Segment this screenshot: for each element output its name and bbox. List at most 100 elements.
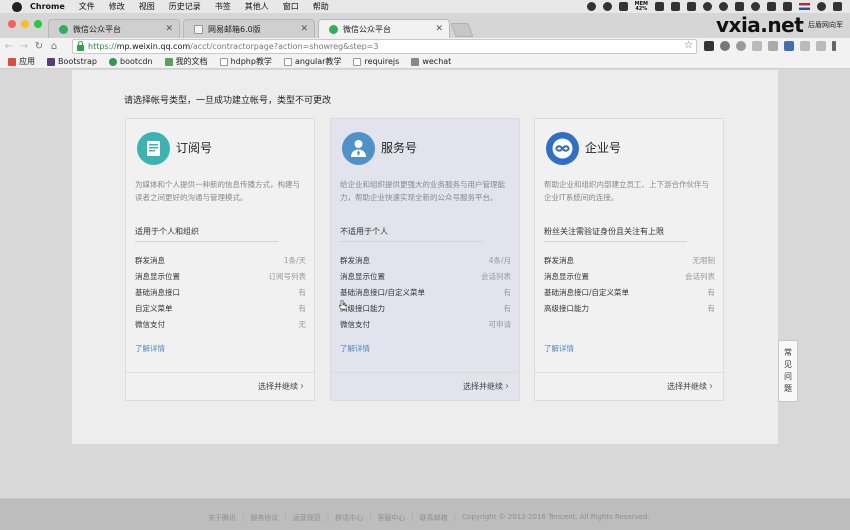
select-continue-button[interactable]: 选择并继续 › xyxy=(463,381,509,392)
separator: | xyxy=(284,513,287,521)
extension-icon[interactable] xyxy=(816,41,826,51)
qr-code-extension-icon[interactable] xyxy=(704,41,714,51)
extension-icon[interactable] xyxy=(736,41,746,51)
status-app-icon[interactable] xyxy=(719,2,728,11)
menu-window[interactable]: 窗口 xyxy=(283,1,299,12)
bookmark-label: wechat xyxy=(422,57,452,66)
status-app-icon[interactable] xyxy=(586,2,596,11)
bookmark-bootstrap[interactable]: Bootstrap xyxy=(47,57,97,66)
footer-links: 关于腾讯 | 服务协议 | 运营规范 | 辟谣中心 | 客服中心 | 联系邮箱 | Copy… xyxy=(208,513,656,523)
bookmark-bootcdn[interactable]: bootcdn xyxy=(109,57,153,66)
tab-close-icon[interactable]: ✕ xyxy=(165,24,173,34)
wechat-favicon-icon xyxy=(59,24,68,34)
tab-close-icon[interactable]: ✕ xyxy=(435,24,443,34)
bookmarks-bar: 应用 Bootstrap bootcdn 我的文档 hdphp教学 angula… xyxy=(0,55,850,69)
home-icon[interactable]: ⌂ xyxy=(48,41,60,52)
feature-value: 会话列表 xyxy=(481,272,511,281)
volume-icon[interactable] xyxy=(767,2,776,11)
footer-link-terms[interactable]: 服务协议 xyxy=(250,513,278,523)
bookmark-requirejs[interactable]: requirejs xyxy=(353,57,399,66)
footer-link-contact[interactable]: 联系邮箱 xyxy=(420,513,448,523)
menu-edit[interactable]: 修改 xyxy=(109,1,125,12)
feature-row: 消息显示位置 订阅号列表 xyxy=(135,271,306,287)
new-tab-button[interactable] xyxy=(450,23,474,37)
footer-link-rules[interactable]: 运营规范 xyxy=(293,513,321,523)
tab-weixin-1[interactable]: 微信公众平台 ✕ xyxy=(48,19,180,38)
divider xyxy=(544,241,687,242)
input-source-flag-icon[interactable] xyxy=(799,3,810,10)
bookmark-angular[interactable]: angular教学 xyxy=(283,56,341,67)
bookmark-star-icon[interactable]: ☆ xyxy=(684,40,693,51)
back-arrow-icon[interactable]: ← xyxy=(3,41,15,52)
feature-row: 群发消息 无限制 xyxy=(544,255,715,271)
menu-history[interactable]: 历史记录 xyxy=(169,1,201,12)
bookmark-my-docs[interactable]: 我的文档 xyxy=(164,56,208,67)
select-continue-button[interactable]: 选择并继续 › xyxy=(258,381,304,392)
feature-row: 微信支付 可申请 xyxy=(340,319,511,335)
tab-netease-mail[interactable]: 网易邮箱6.0版 ✕ xyxy=(183,19,315,38)
forward-arrow-icon[interactable]: → xyxy=(18,41,30,52)
status-app-icon[interactable] xyxy=(735,2,744,11)
status-app-icon[interactable] xyxy=(655,2,664,11)
feature-value: 有 xyxy=(298,288,307,297)
menu-file[interactable]: 文件 xyxy=(79,1,95,12)
footer-link-support[interactable]: 客服中心 xyxy=(377,513,405,523)
menu-bookmarks[interactable]: 书签 xyxy=(215,1,231,12)
battery-icon[interactable] xyxy=(783,2,792,11)
status-app-icon[interactable] xyxy=(602,2,612,11)
separator: | xyxy=(411,513,414,521)
feature-value: 有 xyxy=(707,304,716,313)
extension-icon[interactable] xyxy=(784,41,794,51)
learn-more-link[interactable]: 了解详情 xyxy=(340,343,370,354)
select-continue-button[interactable]: 选择并继续 › xyxy=(667,381,713,392)
faq-char: 常 xyxy=(784,348,792,357)
footer-link-rumor[interactable]: 辟谣中心 xyxy=(335,513,363,523)
minimize-window-icon[interactable] xyxy=(21,20,29,28)
menu-people[interactable]: 其他人 xyxy=(245,1,269,12)
chevron-right-icon: › xyxy=(505,381,509,392)
zoom-window-icon[interactable] xyxy=(34,20,42,28)
tab-close-icon[interactable]: ✕ xyxy=(300,24,308,34)
bookmark-hdphp[interactable]: hdphp教学 xyxy=(219,56,272,67)
page-icon xyxy=(353,57,362,66)
status-app-icon[interactable] xyxy=(687,2,696,11)
window-controls xyxy=(8,20,42,28)
profile-name[interactable]: 后盾网向军 xyxy=(808,20,843,30)
menu-app-chrome[interactable]: Chrome xyxy=(30,2,65,11)
learn-more-link[interactable]: 了解详情 xyxy=(135,343,165,354)
apple-icon[interactable] xyxy=(12,1,22,12)
footer-link-about[interactable]: 关于腾讯 xyxy=(208,513,236,523)
bookmark-label: Bootstrap xyxy=(58,57,97,66)
faq-floating-button[interactable]: 常 见 问 题 xyxy=(778,340,798,402)
extension-icon[interactable] xyxy=(800,41,810,51)
feature-row: 微信支付 无 xyxy=(135,319,306,335)
shield-extension-icon[interactable] xyxy=(752,41,762,51)
bookmark-apps[interactable]: 应用 xyxy=(8,56,35,67)
user-icon[interactable] xyxy=(817,2,826,11)
status-app-icon[interactable] xyxy=(671,2,680,11)
menu-view[interactable]: 视图 xyxy=(139,1,155,12)
wifi-icon[interactable] xyxy=(751,2,760,11)
card-service[interactable]: 服务号 给企业和组织提供更强大的业务服务与用户管理能力，帮助企业快速实现全新的公… xyxy=(330,118,520,401)
notification-center-icon[interactable] xyxy=(833,2,842,11)
learn-more-link[interactable]: 了解详情 xyxy=(544,343,574,354)
macos-menubar: Chrome 文件 修改 视图 历史记录 书签 其他人 窗口 帮助 MEM 42% xyxy=(0,0,850,13)
close-window-icon[interactable] xyxy=(8,20,16,28)
reload-icon[interactable]: ↻ xyxy=(33,41,45,52)
card-subscription[interactable]: 订阅号 为媒体和个人提供一种新的信息传播方式，构建与读者之间更好的沟通与管理模式… xyxy=(125,118,315,401)
select-continue-label: 选择并继续 xyxy=(463,382,503,391)
memory-monitor[interactable]: MEM 42% xyxy=(635,1,648,12)
select-continue-label: 选择并继续 xyxy=(667,382,707,391)
bookmark-wechat[interactable]: wechat xyxy=(411,57,451,66)
extension-icon[interactable] xyxy=(720,41,730,51)
menu-help[interactable]: 帮助 xyxy=(313,1,329,12)
address-bar[interactable]: https:// mp.weixin.qq.com /acct/contract… xyxy=(72,39,697,54)
location-icon[interactable] xyxy=(703,2,712,11)
feature-value: 有 xyxy=(503,288,512,297)
chrome-menu-icon[interactable] xyxy=(832,41,836,51)
url-scheme: https:// xyxy=(88,42,117,51)
status-app-icon[interactable] xyxy=(618,2,628,11)
extension-icon[interactable] xyxy=(768,41,778,51)
tab-weixin-active[interactable]: 微信公众平台 ✕ xyxy=(318,19,450,38)
card-enterprise[interactable]: 企业号 帮助企业和组织内部建立员工、上下游合作伙伴与企业IT系统间的连接。 粉丝… xyxy=(534,118,724,401)
